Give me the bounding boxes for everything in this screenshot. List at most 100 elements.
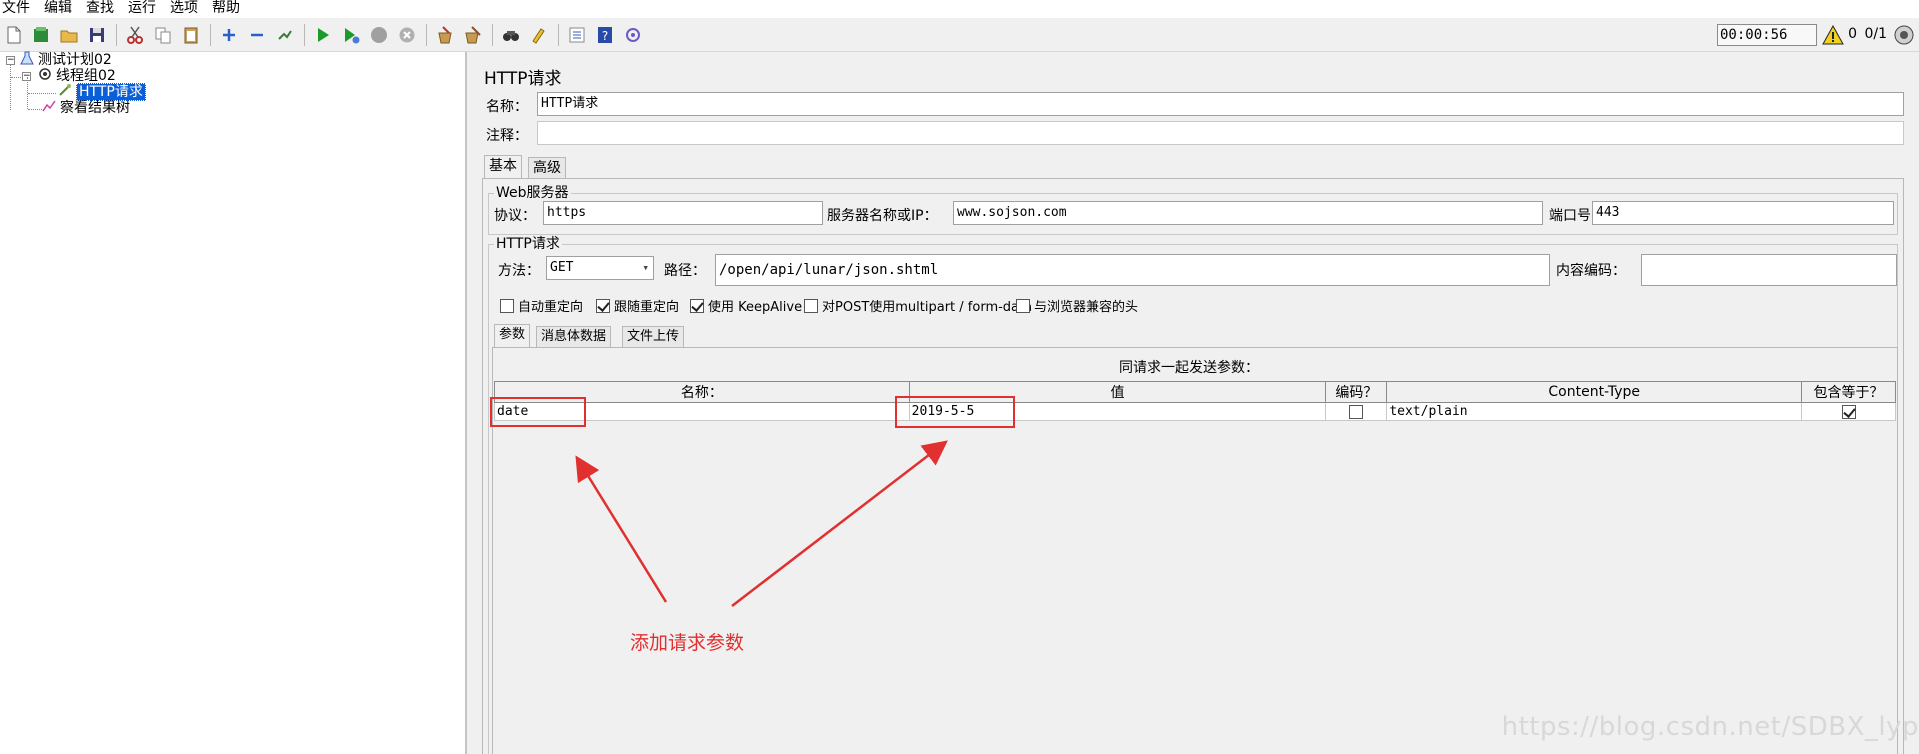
method-label: 方法： (498, 263, 540, 279)
column-header-content-type[interactable]: Content-Type (1386, 381, 1803, 403)
watermark: https://blog.csdn.net/SDBX_lyp (1501, 712, 1919, 742)
checkbox-box[interactable] (1016, 298, 1030, 313)
menu-bar: 文件 编辑 查找 运行 选项 帮助 (0, 0, 1919, 18)
stop-icon[interactable] (368, 24, 390, 46)
panel-title: HTTP请求 (484, 69, 562, 89)
name-field[interactable]: HTTP请求 (537, 92, 1904, 116)
cut-icon[interactable] (124, 24, 146, 46)
tree-item-label: HTTP请求 (76, 83, 146, 101)
tab-body-data[interactable]: 消息体数据 (536, 326, 612, 348)
column-header-include-equals[interactable]: 包含等于？ (1801, 381, 1896, 403)
thread-count: 0/1 (1864, 26, 1887, 42)
checkbox-follow-redirect[interactable]: 跟随重定向 (596, 296, 679, 315)
checkbox-label: 对POST使用multipart / form-data (822, 300, 1033, 315)
paste-icon[interactable] (180, 24, 202, 46)
column-header-encode[interactable]: 编码？ (1325, 381, 1388, 403)
param-include-equals-cell[interactable] (1801, 402, 1896, 421)
checkbox-box[interactable] (596, 298, 610, 313)
menu-help[interactable]: 帮助 (212, 0, 240, 18)
function-helper-icon[interactable] (566, 24, 588, 46)
thread-group-icon (38, 67, 52, 85)
encoding-label: 内容编码： (1556, 263, 1626, 279)
test-plan-icon (20, 51, 34, 69)
checkbox-box[interactable] (804, 298, 818, 313)
collapse-icon[interactable] (246, 24, 268, 46)
templates-icon[interactable] (30, 24, 52, 46)
svg-text:?: ? (602, 29, 608, 43)
protocol-label: 协议： (494, 208, 536, 224)
save-icon[interactable] (86, 24, 108, 46)
http-request-title: HTTP请求 (494, 236, 562, 252)
checkbox-multipart[interactable]: 对POST使用multipart / form-data (804, 296, 1032, 315)
expand-icon[interactable] (218, 24, 240, 46)
parameters-table: 名称： 值 编码？ Content-Type 包含等于？ date 2019-5… (494, 381, 1896, 421)
annotation-text: 添加请求参数 (630, 632, 745, 654)
elapsed-timer: 00:00:56 (1717, 24, 1817, 46)
tab-advanced[interactable]: 高级 (528, 157, 566, 179)
checkbox-box[interactable] (690, 298, 704, 313)
remote-icon[interactable] (622, 24, 644, 46)
menu-file[interactable]: 文件 (2, 0, 30, 18)
path-field[interactable]: /open/api/lunar/json.shtml (715, 254, 1550, 286)
menu-edit[interactable]: 编辑 (44, 0, 72, 18)
thread-status-icon (1893, 24, 1915, 46)
tree-item-test-plan[interactable]: 测试计划02 (20, 51, 112, 69)
comment-field[interactable] (537, 121, 1904, 145)
help-icon[interactable]: ? (594, 24, 616, 46)
tree-expander[interactable]: − (6, 56, 15, 65)
tab-basic[interactable]: 基本 (484, 155, 522, 178)
tab-file-upload[interactable]: 文件上传 (622, 326, 685, 348)
new-icon[interactable] (3, 24, 25, 46)
search-icon[interactable] (500, 24, 522, 46)
sampler-icon (58, 83, 72, 101)
listener-icon (42, 99, 56, 117)
protocol-field[interactable]: https (543, 201, 823, 225)
param-encode-cell[interactable] (1325, 402, 1388, 421)
shutdown-icon[interactable] (396, 24, 418, 46)
reset-search-icon[interactable] (528, 24, 550, 46)
checkbox-auto-redirect[interactable]: 自动重定向 (500, 296, 583, 315)
include-equals-checkbox[interactable] (1841, 404, 1856, 419)
test-plan-tree: − 测试计划02 − 线程组02 HTTP请求 察看结果树 (0, 51, 467, 754)
toggle-icon[interactable] (274, 24, 296, 46)
toolbar: ? 00:00:56 0 0/1 (0, 18, 1919, 52)
method-value: GET (550, 260, 574, 275)
highlight-box-value (895, 396, 1015, 428)
warning-count: 0 (1848, 26, 1857, 42)
web-server-title: Web服务器 (494, 185, 571, 201)
encode-checkbox[interactable] (1349, 404, 1364, 419)
checkbox-label: 跟随重定向 (614, 300, 680, 315)
checkbox-label: 与浏览器兼容的头 (1034, 300, 1139, 315)
method-select[interactable]: GET ▾ (546, 256, 654, 280)
tree-item-label: 线程组02 (56, 68, 116, 84)
checkbox-box[interactable] (500, 298, 514, 313)
server-label: 服务器名称或IP： (827, 208, 938, 224)
table-row[interactable]: date 2019-5-5 text/plain (494, 402, 1896, 421)
warning-icon[interactable] (1822, 24, 1844, 45)
clear-all-icon[interactable] (462, 24, 484, 46)
checkbox-label: 使用 KeepAlive (708, 300, 803, 315)
menu-search[interactable]: 查找 (86, 0, 114, 18)
start-icon[interactable] (312, 24, 334, 46)
checkbox-browser-compatible-headers[interactable]: 与浏览器兼容的头 (1016, 296, 1138, 315)
encoding-field[interactable] (1641, 254, 1897, 286)
checkbox-label: 自动重定向 (518, 300, 584, 315)
annotation-arrows (575, 440, 948, 607)
menu-options[interactable]: 选项 (170, 0, 198, 18)
tree-item-view-results-tree[interactable]: 察看结果树 (42, 100, 130, 116)
copy-icon[interactable] (152, 24, 174, 46)
tree-item-thread-group[interactable]: 线程组02 (38, 68, 116, 84)
parameters-title: 同请求一起发送参数： (1119, 360, 1259, 376)
param-content-type-cell[interactable]: text/plain (1386, 402, 1803, 421)
checkbox-keepalive[interactable]: 使用 KeepAlive (690, 296, 802, 315)
comment-label: 注释： (486, 128, 528, 144)
chevron-down-icon: ▾ (642, 261, 649, 274)
start-no-timers-icon[interactable] (340, 24, 362, 46)
tab-parameters[interactable]: 参数 (494, 324, 531, 347)
server-field[interactable]: www.sojson.com (953, 201, 1543, 225)
clear-icon[interactable] (434, 24, 456, 46)
tree-item-http-request[interactable]: HTTP请求 (58, 83, 146, 101)
open-icon[interactable] (58, 24, 80, 46)
menu-run[interactable]: 运行 (128, 0, 156, 18)
port-field[interactable]: 443 (1592, 201, 1894, 225)
